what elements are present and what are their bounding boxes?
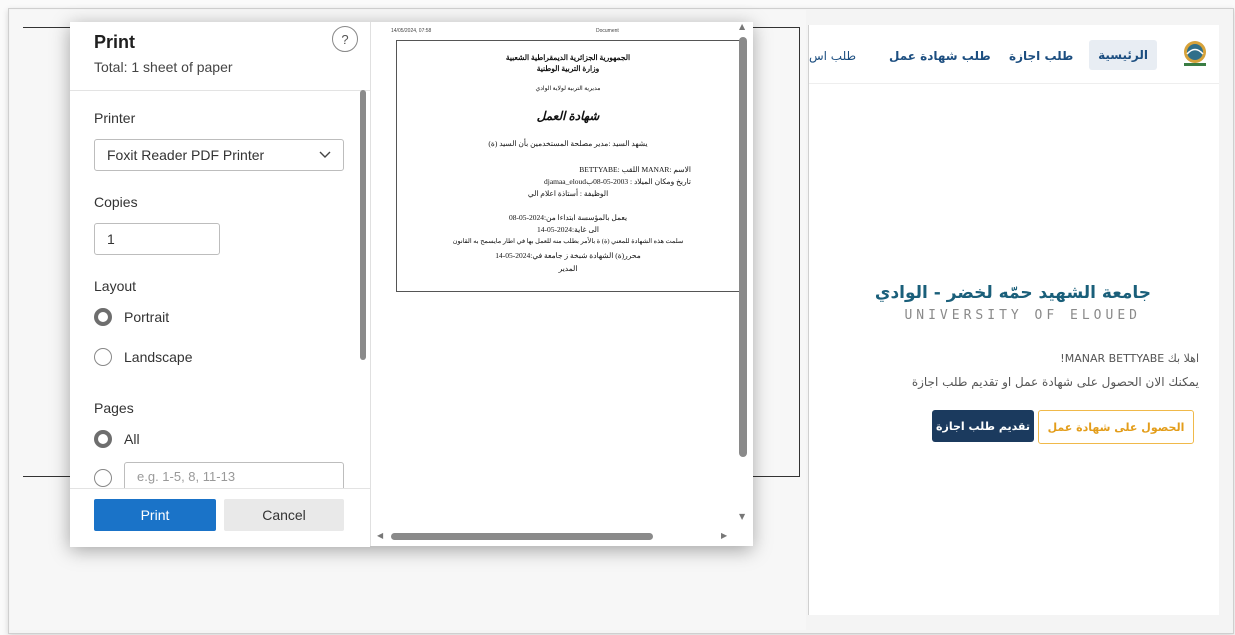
printer-select-value: Foxit Reader PDF Printer (107, 147, 265, 163)
university-logo-icon[interactable] (1181, 39, 1209, 69)
print-preview: 14/05/2024, 07:58 Document الجمهورية الج… (370, 22, 753, 546)
help-button[interactable]: ? (332, 26, 358, 52)
scroll-down-icon[interactable]: ▼ (739, 512, 745, 521)
settings-scrollbar[interactable] (360, 90, 366, 360)
preview-line: تاريخ ومكان الميلاد : 2003-05-08بdjamaa_… (543, 177, 691, 186)
page-border-top-right (752, 27, 800, 28)
print-settings-panel: Print Total: 1 sheet of paper ? Printer … (70, 22, 370, 547)
sheet-total: Total: 1 sheet of paper (94, 59, 233, 75)
page-border-top (23, 27, 71, 28)
preview-line: مديرية التربية لولاية الوادي (535, 86, 601, 92)
copies-input[interactable]: 1 (94, 223, 220, 255)
website-panel: طلب اس طلب شهادة عمل طلب اجازة الرئيسية … (808, 25, 1219, 615)
university-name-ar: جامعة الشهيد حمّه لخضر - الوادي (874, 283, 1151, 303)
scroll-up-icon[interactable]: ▲ (739, 22, 745, 31)
preview-line: يشهد السيد :مدير مصلحة المستخدمين بأن ال… (488, 139, 648, 148)
preview-line: الاسم :MANAR اللقب :BETTYABE (579, 165, 691, 174)
preview-line: محرر(ة) الشهادة شبخة ز جامعة في:2024-05-… (495, 251, 641, 260)
landscape-label[interactable]: Landscape (124, 349, 193, 365)
portrait-label[interactable]: Portrait (124, 309, 169, 325)
preview-vertical-scrollbar[interactable] (739, 37, 747, 457)
cancel-button[interactable]: Cancel (224, 499, 344, 531)
scroll-left-icon[interactable]: ◀ (377, 531, 383, 540)
university-name-en: UNIVERSITY OF ELOUED (904, 308, 1141, 323)
print-button[interactable]: Print (94, 499, 216, 531)
page-border-right (799, 27, 800, 477)
page-border-bottom (23, 476, 71, 477)
pages-all-radio[interactable] (94, 430, 112, 448)
landscape-radio[interactable] (94, 348, 112, 366)
nav-truncated-item[interactable]: طلب اس (809, 49, 856, 63)
header-divider (70, 90, 370, 91)
site-navbar: طلب اس طلب شهادة عمل طلب اجازة الرئيسية (809, 25, 1219, 84)
layout-label: Layout (94, 278, 137, 294)
get-certificate-button[interactable]: الحصول على شهادة عمل (1038, 410, 1194, 444)
instruction-text: يمكنك الان الحصول على شهادة عمل او تقديم… (911, 375, 1199, 389)
preview-line: الى غاية:2024-05-14 (537, 225, 599, 234)
pages-custom-radio[interactable] (94, 469, 112, 487)
chevron-down-icon (319, 151, 331, 158)
preview-line: وزارة التربية الوطنية (536, 64, 600, 73)
nav-home[interactable]: الرئيسية (1089, 40, 1157, 70)
printer-label: Printer (94, 110, 136, 126)
portrait-radio[interactable] (94, 308, 112, 326)
preview-line: شهادة العمل (536, 109, 600, 123)
page-border-bottom-right (752, 476, 800, 477)
dialog-title: Print (94, 32, 136, 52)
printer-select[interactable]: Foxit Reader PDF Printer (94, 139, 344, 171)
preview-line: المدير (558, 264, 578, 273)
nav-leave-request[interactable]: طلب اجازة (1009, 49, 1073, 63)
preview-horizontal-scrollbar[interactable] (391, 533, 653, 540)
preview-line: الجمهورية الجزائرية الديمقراطية الشعبية (505, 53, 631, 62)
preview-header-date: 14/05/2024, 07:58 (391, 28, 432, 34)
nav-work-certificate[interactable]: طلب شهادة عمل (889, 49, 991, 63)
submit-leave-button[interactable]: تقديم طلب اجازة (932, 410, 1034, 442)
print-dialog: Print Total: 1 sheet of paper ? Printer … (70, 22, 753, 547)
scroll-right-icon[interactable]: ▶ (721, 531, 727, 540)
dialog-footer: Print Cancel (70, 488, 370, 547)
pages-all-label[interactable]: All (124, 431, 140, 447)
preview-line: يعمل بالمؤسسة ابتداءا من:2024-05-08 (508, 213, 628, 222)
preview-page: الجمهورية الجزائرية الديمقراطية الشعبية … (396, 40, 740, 292)
preview-line: سلمت هذه الشهادة للمعني (ة) ة بالأمر بطل… (452, 238, 684, 245)
preview-line: الوظيفة : أستاذة اعلام الي (527, 189, 609, 198)
preview-header-title: Document (596, 28, 619, 34)
welcome-text: اهلا بك MANAR BETTYABE! (1060, 352, 1199, 365)
copies-label: Copies (94, 194, 138, 210)
pages-label: Pages (94, 400, 134, 416)
